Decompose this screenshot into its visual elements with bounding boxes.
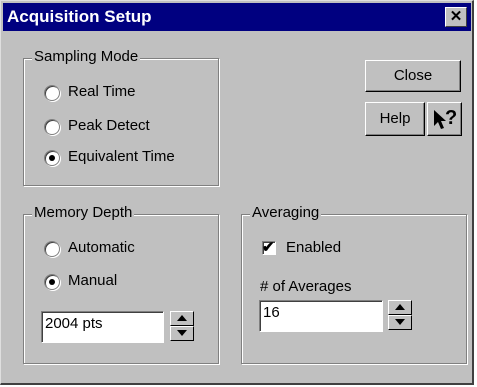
radio-label: Manual — [68, 272, 118, 289]
memory-depth-spinner[interactable] — [170, 311, 194, 341]
sampling-mode-group: Sampling Mode Real Time Peak Detect Equi… — [23, 48, 219, 186]
memory-depth-legend: Memory Depth — [32, 204, 135, 221]
memory-depth-input[interactable]: 2004 pts — [41, 311, 164, 343]
averaging-legend: Averaging — [250, 204, 322, 221]
radio-button[interactable] — [44, 85, 60, 101]
triangle-up-icon — [177, 315, 187, 321]
question-mark-glyph: ? — [445, 107, 458, 129]
memory-depth-spin-down[interactable] — [170, 326, 194, 341]
triangle-up-icon — [395, 304, 405, 310]
radio-label: Equivalent Time — [68, 148, 175, 165]
averages-spin-up[interactable] — [388, 300, 412, 315]
radio-button[interactable] — [44, 241, 60, 257]
radio-button[interactable] — [44, 274, 60, 290]
close-icon: ✕ — [449, 8, 463, 25]
averages-count-label: # of Averages — [260, 278, 352, 295]
memory-depth-value: 2004 pts — [45, 315, 103, 332]
averaging-group: Averaging ✔ Enabled # of Averages 16 — [241, 204, 467, 364]
radio-label: Real Time — [68, 83, 136, 100]
title-bar[interactable]: Acquisition Setup ✕ — [3, 3, 471, 31]
help-button[interactable]: Help — [365, 102, 425, 136]
help-button-label: Help — [379, 110, 411, 127]
radio-selected-dot — [49, 155, 55, 161]
check-icon: ✔ — [262, 239, 275, 256]
enabled-label: Enabled — [286, 239, 342, 256]
window-title: Acquisition Setup — [7, 7, 152, 26]
close-button-label: Close — [393, 67, 433, 84]
radio-selected-dot — [49, 279, 55, 285]
radio-button[interactable] — [44, 150, 60, 166]
triangle-down-icon — [177, 330, 187, 336]
radio-label: Automatic — [68, 239, 135, 256]
close-button[interactable]: Close — [365, 60, 461, 92]
enabled-checkbox[interactable]: ✔ — [262, 239, 276, 256]
acquisition-setup-dialog: Acquisition Setup ✕ Sampling Mode Real T… — [0, 0, 474, 385]
radio-button[interactable] — [44, 119, 60, 135]
sampling-mode-legend: Sampling Mode — [32, 48, 141, 65]
context-help-button[interactable]: ? — [427, 102, 462, 136]
averages-spin-down[interactable] — [388, 315, 412, 330]
averages-count-value: 16 — [263, 304, 280, 321]
memory-depth-spin-up[interactable] — [170, 311, 194, 326]
triangle-down-icon — [395, 319, 405, 325]
memory-depth-group: Memory Depth Automatic Manual 2004 pts — [23, 204, 219, 364]
close-window-button[interactable]: ✕ — [445, 7, 467, 27]
radio-label: Peak Detect — [68, 117, 150, 134]
averages-count-input[interactable]: 16 — [259, 300, 383, 332]
averages-count-spinner[interactable] — [388, 300, 412, 330]
